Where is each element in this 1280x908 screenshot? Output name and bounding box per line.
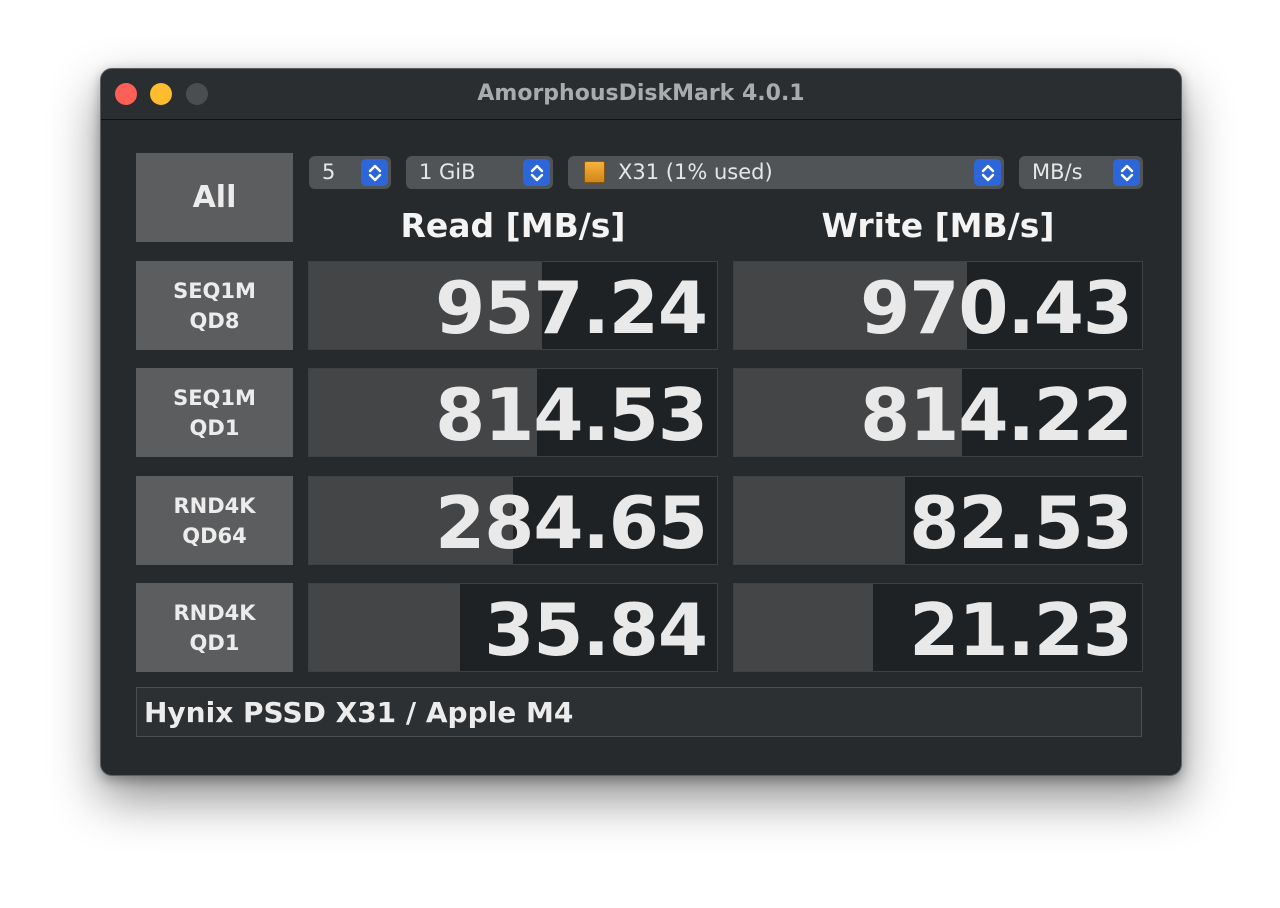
window-title: AmorphousDiskMark 4.0.1 bbox=[477, 81, 805, 106]
drive-value: X31 (1% used) bbox=[618, 160, 773, 184]
test-count-select[interactable]: 5 bbox=[309, 156, 391, 189]
read-value: 957.24 bbox=[435, 266, 708, 350]
write-result-seq1m-qd1: 814.22 bbox=[733, 368, 1143, 457]
test-label-line1: RND4K bbox=[173, 600, 256, 625]
title-bar[interactable]: AmorphousDiskMark 4.0.1 bbox=[101, 69, 1181, 120]
test-label-line2: QD64 bbox=[182, 523, 247, 548]
read-value: 35.84 bbox=[484, 588, 708, 672]
test-size-value: 1 GiB bbox=[419, 160, 476, 184]
write-value: 21.23 bbox=[909, 588, 1133, 672]
test-label-line2: QD1 bbox=[189, 630, 240, 655]
write-result-rnd4k-qd64: 82.53 bbox=[733, 476, 1143, 565]
write-value: 82.53 bbox=[909, 481, 1133, 565]
drive-select[interactable]: X31 (1% used) bbox=[568, 156, 1004, 189]
unit-value: MB/s bbox=[1032, 160, 1083, 184]
write-result-seq1m-qd8: 970.43 bbox=[733, 261, 1143, 350]
read-result-seq1m-qd1: 814.53 bbox=[308, 368, 718, 457]
test-count-value: 5 bbox=[322, 160, 336, 184]
write-header: Write [MB/s] bbox=[821, 206, 1055, 245]
read-result-rnd4k-qd64: 284.65 bbox=[308, 476, 718, 565]
stepper-icon bbox=[361, 159, 388, 186]
all-button[interactable]: All bbox=[136, 153, 293, 242]
test-label-line1: SEQ1M bbox=[173, 385, 256, 410]
test-label-line1: SEQ1M bbox=[173, 278, 256, 303]
external-drive-icon bbox=[584, 161, 605, 183]
comment-text: Hynix PSSD X31 / Apple M4 bbox=[144, 696, 574, 729]
test-button-rnd4k-qd64[interactable]: RND4K QD64 bbox=[136, 476, 293, 565]
read-value: 814.53 bbox=[435, 373, 708, 457]
write-result-rnd4k-qd1: 21.23 bbox=[733, 583, 1143, 672]
stepper-icon bbox=[1113, 159, 1140, 186]
write-value: 970.43 bbox=[860, 266, 1133, 350]
read-bar bbox=[309, 584, 460, 671]
unit-select[interactable]: MB/s bbox=[1019, 156, 1143, 189]
test-label-line2: QD8 bbox=[189, 308, 240, 333]
read-result-rnd4k-qd1: 35.84 bbox=[308, 583, 718, 672]
read-value: 284.65 bbox=[435, 481, 708, 565]
write-bar bbox=[734, 584, 873, 671]
read-result-seq1m-qd8: 957.24 bbox=[308, 261, 718, 350]
comment-field[interactable]: Hynix PSSD X31 / Apple M4 bbox=[136, 687, 1142, 737]
write-bar bbox=[734, 477, 906, 564]
test-button-seq1m-qd8[interactable]: SEQ1M QD8 bbox=[136, 261, 293, 350]
test-label-line2: QD1 bbox=[189, 415, 240, 440]
test-size-select[interactable]: 1 GiB bbox=[406, 156, 553, 189]
test-label-line1: RND4K bbox=[173, 493, 256, 518]
stepper-icon bbox=[523, 159, 550, 186]
test-button-rnd4k-qd1[interactable]: RND4K QD1 bbox=[136, 583, 293, 672]
test-button-seq1m-qd1[interactable]: SEQ1M QD1 bbox=[136, 368, 293, 457]
write-value: 814.22 bbox=[860, 373, 1133, 457]
stepper-icon bbox=[974, 159, 1001, 186]
read-header: Read [MB/s] bbox=[400, 206, 626, 245]
